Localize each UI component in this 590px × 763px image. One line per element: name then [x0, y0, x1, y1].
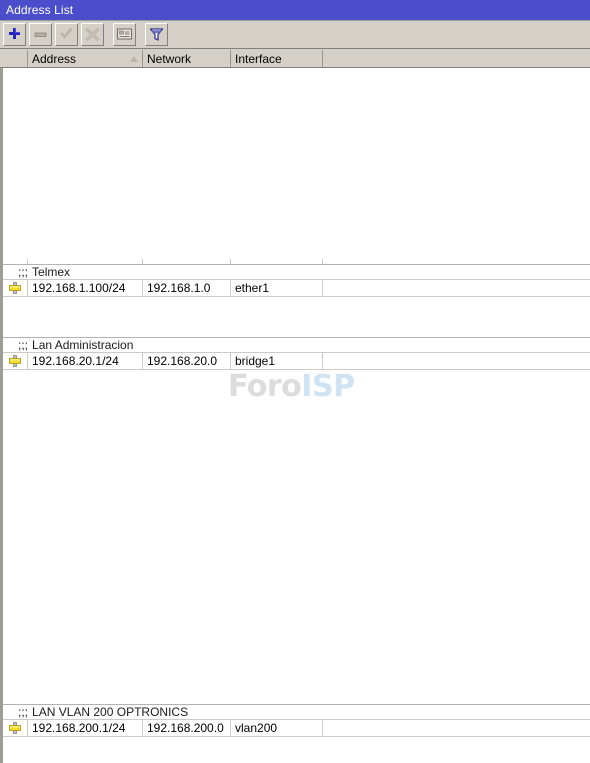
- cell-interface: ether1: [231, 280, 323, 296]
- comment-text: Lan Administracion: [32, 338, 134, 352]
- cell-address: 192.168.200.1/24: [28, 720, 143, 736]
- comment-prefix: ;;;: [18, 265, 29, 279]
- filter-button[interactable]: [145, 23, 168, 46]
- address-icon: [9, 722, 21, 734]
- sort-ascending-icon: [130, 55, 138, 62]
- column-header-network-label: Network: [147, 51, 192, 66]
- row-icon-cell: [3, 353, 28, 369]
- column-header-address-label: Address: [32, 51, 77, 66]
- row-icon-cell: [3, 720, 28, 736]
- column-header-flag[interactable]: [3, 50, 28, 67]
- column-header-spare[interactable]: [323, 50, 590, 67]
- table-row[interactable]: 192.168.20.1/24 192.168.20.0 bridge1: [3, 353, 590, 370]
- comment-prefix: ;;;: [18, 338, 29, 352]
- cell-address: 192.168.20.1/24: [28, 353, 143, 369]
- comment-button[interactable]: [113, 23, 136, 46]
- table-row[interactable]: 192.168.200.1/24 192.168.200.0 vlan200: [3, 720, 590, 737]
- cell-spare: [323, 353, 590, 369]
- cell-network: 192.168.1.0: [143, 280, 231, 296]
- disable-button[interactable]: [81, 23, 104, 46]
- check-icon: [60, 28, 73, 39]
- empty-rows-area-top: [3, 68, 590, 264]
- plus-icon: [9, 28, 20, 39]
- comment-row[interactable]: ;;; Lan Administracion: [3, 337, 590, 353]
- empty-rows-area-bottom: [3, 737, 590, 762]
- cell-interface: vlan200: [231, 720, 323, 736]
- column-header-interface[interactable]: Interface: [231, 50, 323, 67]
- comment-text: Telmex: [32, 265, 71, 279]
- table-row[interactable]: 192.168.1.100/24 192.168.1.0 ether1: [3, 280, 590, 297]
- row-icon-cell: [3, 280, 28, 296]
- window-title: Address List: [6, 3, 74, 17]
- toolbar: [0, 21, 590, 49]
- comment-text: LAN VLAN 200 OPTRONICS: [32, 705, 189, 719]
- window-titlebar: Address List: [0, 0, 590, 21]
- table-header-row: Address Network Interface: [0, 50, 590, 68]
- cross-icon: [85, 28, 100, 41]
- cell-network: 192.168.200.0: [143, 720, 231, 736]
- funnel-icon: [149, 28, 164, 41]
- address-list-window: Address List Address Network Interface ;…: [0, 0, 590, 763]
- address-icon: [9, 282, 21, 294]
- empty-rows-area-2: [3, 370, 590, 704]
- cell-interface: bridge1: [231, 353, 323, 369]
- empty-rows-area-1: [3, 297, 590, 337]
- minus-icon: [34, 32, 47, 37]
- comment-row[interactable]: ;;; LAN VLAN 200 OPTRONICS: [3, 704, 590, 720]
- comment-icon: [117, 28, 132, 40]
- comment-prefix: ;;;: [18, 705, 29, 719]
- column-header-network[interactable]: Network: [143, 50, 231, 67]
- comment-row[interactable]: ;;; Telmex: [3, 264, 590, 280]
- column-header-interface-label: Interface: [235, 51, 282, 66]
- cell-spare: [323, 720, 590, 736]
- column-header-address[interactable]: Address: [28, 50, 143, 67]
- cell-spare: [323, 280, 590, 296]
- column-separator-ticks: [3, 259, 590, 264]
- cell-address: 192.168.1.100/24: [28, 280, 143, 296]
- address-table: Address Network Interface ;;; Telmex 192…: [0, 50, 590, 763]
- enable-button[interactable]: [55, 23, 78, 46]
- remove-button[interactable]: [29, 23, 52, 46]
- add-button[interactable]: [3, 23, 26, 46]
- table-body: ;;; Telmex 192.168.1.100/24 192.168.1.0 …: [3, 68, 590, 762]
- address-icon: [9, 355, 21, 367]
- cell-network: 192.168.20.0: [143, 353, 231, 369]
